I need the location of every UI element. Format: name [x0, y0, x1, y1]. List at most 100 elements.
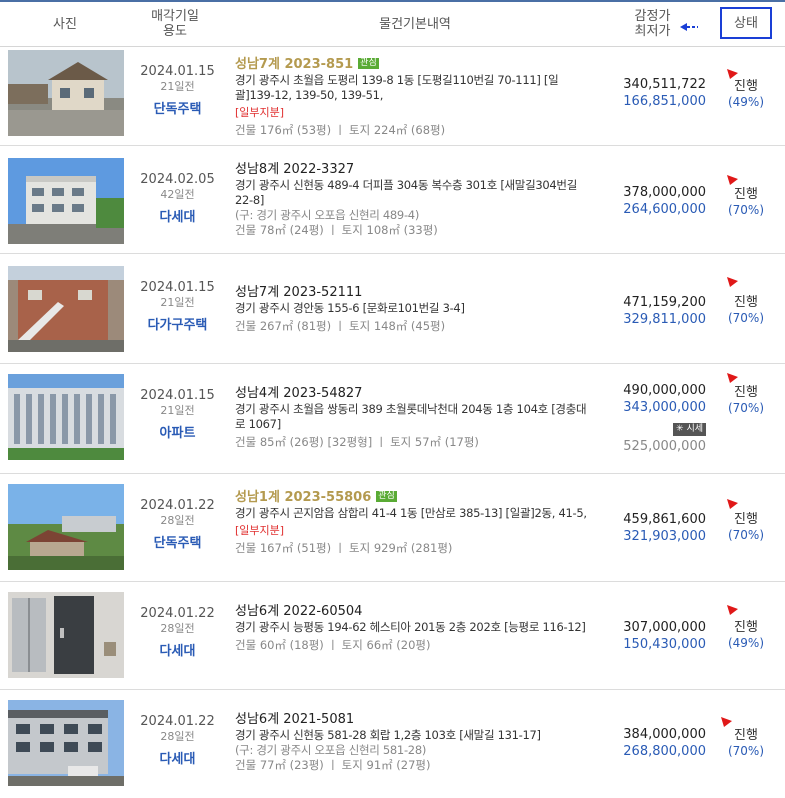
usage-type[interactable]: 다가구주택 [130, 318, 225, 334]
case-number[interactable]: 성남7계 2023-851 [235, 57, 353, 72]
status-percent: (49%) [727, 636, 765, 650]
status-percent: (49%) [727, 95, 765, 109]
usage-type[interactable]: 다세대 [130, 752, 225, 768]
days-ago: 21일전 [160, 296, 195, 309]
area-info: 건물 78㎡ (24평) ㅣ 토지 108㎡ (33평) [235, 223, 438, 237]
property-info: 성남7계 2023-52111 경기 광주시 경안동 155-6 [문화로101… [235, 285, 595, 334]
appraisal-price: 378,000,000 [623, 185, 706, 200]
sale-date: 2024.02.05 [140, 172, 215, 187]
usage-type[interactable]: 단독주택 [130, 102, 225, 118]
prices: 459,861,600 321,903,000 [600, 511, 706, 545]
header-usage[interactable]: 용도 [163, 24, 187, 39]
usage-type[interactable]: 다세대 [130, 210, 225, 226]
area-info: 건물 77㎡ (23평) ㅣ 토지 91㎡ (27평) [235, 758, 431, 772]
prices: 307,000,000 150,430,000 [600, 619, 706, 653]
address: 경기 광주시 곤지암읍 삼합리 41-4 1동 [만삼로 385-13] [일괄… [235, 506, 587, 520]
date-usage: 2024.01.15 21일전 아파트 [130, 388, 225, 442]
list-item[interactable]: 2024.01.22 28일전 단독주택 성남1계 2023-55806 관심 경… [0, 474, 785, 582]
days-ago: 28일전 [160, 514, 195, 527]
case-number[interactable]: 성남6계 2021-5081 [235, 712, 595, 728]
property-photo[interactable] [8, 700, 124, 786]
sale-date: 2024.01.15 [140, 280, 215, 295]
status: 진행 (70%) [715, 511, 777, 543]
status: 진행 (49%) [715, 78, 777, 110]
sale-date: 2024.01.15 [140, 64, 215, 79]
header-photo: 사진 [53, 16, 77, 32]
sale-date: 2024.01.22 [140, 498, 215, 513]
header-sale-date[interactable]: 매각기일 [151, 9, 199, 24]
minimum-price: 329,811,000 [623, 312, 706, 327]
status-label: 진행 [734, 620, 758, 635]
appraisal-price: 384,000,000 [623, 727, 706, 742]
date-usage: 2024.01.15 21일전 단독주택 [130, 64, 225, 118]
property-info: 성남6계 2022-60504 경기 광주시 능평동 194-62 헤스티아 2… [235, 604, 595, 653]
days-ago: 21일전 [160, 80, 195, 93]
status-label: 진행 [734, 385, 758, 400]
table-header: 사진 매각기일 용도 물건기본내역 감정가 최저가 상태 [0, 0, 785, 47]
old-address: (구: 경기 광주시 오포읍 신현리 581-28) [235, 743, 427, 757]
prices: 378,000,000 264,600,000 [600, 184, 706, 218]
sale-date: 2024.01.22 [140, 714, 215, 729]
sale-date: 2024.01.15 [140, 388, 215, 403]
case-number[interactable]: 성남1계 2023-55806 [235, 490, 371, 505]
address: 경기 광주시 능평동 194-62 헤스티아 201동 2층 202호 [능평로… [235, 620, 586, 634]
list-item[interactable]: 2024.01.15 21일전 아파트 성남4계 2023-54827 경기 광… [0, 364, 785, 474]
property-photo[interactable] [8, 374, 124, 460]
area-info: 건물 267㎡ (81평) ㅣ 토지 148㎡ (45평) [235, 319, 446, 333]
header-appraisal[interactable]: 감정가 [635, 9, 671, 24]
usage-type[interactable]: 단독주택 [130, 536, 225, 552]
minimum-price: 150,430,000 [623, 637, 706, 652]
property-info: 성남6계 2021-5081 경기 광주시 신현동 581-28 회랍 1,2층… [235, 712, 595, 773]
property-photo[interactable] [8, 266, 124, 352]
property-photo[interactable] [8, 158, 124, 244]
area-info: 건물 85㎡ (26평) [32평형] ㅣ 토지 57㎡ (17평) [235, 435, 479, 449]
area-info: 건물 60㎡ (18평) ㅣ 토지 66㎡ (20평) [235, 638, 431, 652]
appraisal-price: 471,159,200 [623, 295, 706, 310]
market-price-label: 시세 [686, 424, 703, 434]
property-photo[interactable] [8, 484, 124, 570]
old-address: (구: 경기 광주시 오포읍 신현리 489-4) [235, 208, 420, 222]
property-photo[interactable] [8, 592, 124, 678]
address: 경기 광주시 초월읍 쌍동리 389 초월롯데낙천대 204동 1층 104호 … [235, 402, 587, 431]
flag-icon [727, 499, 738, 509]
property-info: 성남8계 2022-3327 경기 광주시 신현동 489-4 더피플 304동… [235, 162, 595, 238]
partial-share-label: [일부지분] [235, 106, 285, 119]
date-usage: 2024.02.05 42일전 다세대 [130, 172, 225, 226]
appraisal-price: 459,861,600 [623, 512, 706, 527]
date-usage: 2024.01.22 28일전 단독주택 [130, 498, 225, 552]
minimum-price: 268,800,000 [623, 744, 706, 759]
sort-arrow-icon [680, 23, 698, 31]
list-item[interactable]: 2024.01.22 28일전 다세대 성남6계 2022-60504 경기 광… [0, 582, 785, 690]
case-number[interactable]: 성남7계 2023-52111 [235, 285, 595, 301]
case-number[interactable]: 성남6계 2022-60504 [235, 604, 595, 620]
status-label: 진행 [734, 728, 758, 743]
minimum-price: 343,000,000 [623, 400, 706, 415]
prices: 340,511,722 166,851,000 [600, 76, 706, 110]
interest-badge: 관심 [358, 58, 379, 69]
prices: 471,159,200 329,811,000 [600, 294, 706, 328]
market-price: 525,000,000 [623, 439, 706, 454]
list-item[interactable]: 2024.01.22 28일전 다세대 성남6계 2021-5081 경기 광주… [0, 690, 785, 798]
header-date-usage[interactable]: 매각기일 용도 [130, 2, 220, 46]
address: 경기 광주시 신현동 489-4 더피플 304동 복수층 301호 [새말길3… [235, 178, 577, 207]
property-photo[interactable] [8, 50, 124, 136]
status-percent: (70%) [727, 528, 765, 542]
list-item[interactable]: 2024.01.15 21일전 다가구주택 성남7계 2023-52111 경기… [0, 254, 785, 364]
minimum-price: 321,903,000 [623, 529, 706, 544]
case-number[interactable]: 성남8계 2022-3327 [235, 162, 595, 178]
header-minimum[interactable]: 최저가 [635, 24, 671, 39]
header-status[interactable]: 상태 [720, 7, 772, 39]
usage-type[interactable]: 아파트 [130, 426, 225, 442]
case-number[interactable]: 성남4계 2023-54827 [235, 386, 595, 402]
market-price-badge: ✳ 시세 [673, 423, 706, 436]
status: 진행 (70%) [715, 727, 777, 759]
sparkle-icon: ✳ [676, 424, 684, 434]
days-ago: 21일전 [160, 404, 195, 417]
address: 경기 광주시 초월읍 도평리 139-8 1동 [도평길110번길 70-111… [235, 73, 559, 102]
usage-type[interactable]: 다세대 [130, 644, 225, 660]
date-usage: 2024.01.22 28일전 다세대 [130, 714, 225, 768]
prices: 384,000,000 268,800,000 [600, 726, 706, 760]
list-item[interactable]: 2024.02.05 42일전 다세대 성남8계 2022-3327 경기 광주… [0, 146, 785, 254]
list-item[interactable]: 2024.01.15 21일전 단독주택 성남7계 2023-851 관심 경기 … [0, 46, 785, 146]
status-label: 진행 [734, 295, 758, 310]
